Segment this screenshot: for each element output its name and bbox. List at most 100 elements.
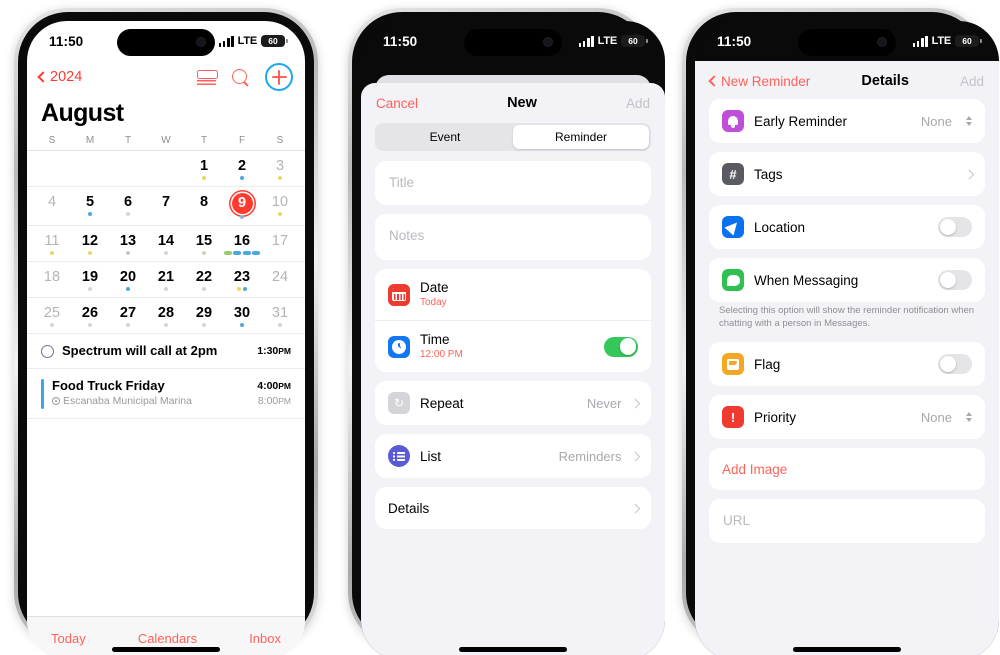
home-indicator[interactable] [112, 647, 220, 652]
event-list-item[interactable]: Food Truck Friday Escanaba Municipal Mari… [27, 369, 305, 419]
event-list-item[interactable]: Spectrum will call at 2pm 1:30PM [27, 334, 305, 369]
url-input[interactable]: URL [709, 499, 985, 543]
location-toggle[interactable] [938, 217, 972, 237]
row-flag[interactable]: Flag [709, 342, 985, 386]
tab-today[interactable]: Today [51, 631, 86, 646]
row-priority[interactable]: ! Priority None [709, 395, 985, 439]
row-list[interactable]: List Reminders [375, 434, 651, 478]
row-details[interactable]: Details [375, 487, 651, 529]
time-toggle[interactable] [604, 336, 638, 357]
network-label: LTE [931, 35, 952, 47]
stepper-icon[interactable] [966, 412, 972, 422]
event-color-bar [41, 379, 44, 409]
calendar-day-cell[interactable]: 24 [261, 268, 299, 295]
calendar-day-event-dots [185, 175, 223, 180]
calendar-day-cell[interactable]: 11 [33, 232, 71, 259]
calendar-day-cell[interactable]: 21 [147, 268, 185, 295]
event-dot [164, 250, 168, 255]
when-messaging-toggle[interactable] [938, 270, 972, 290]
calendar-day-cell[interactable]: 23 [223, 268, 261, 295]
calendar-day-cell[interactable]: 29 [185, 304, 223, 331]
row-date[interactable]: Date Today [375, 269, 651, 320]
calendar-day-cell[interactable]: 8 [185, 193, 223, 223]
back-to-year-button[interactable]: 2024 [37, 69, 82, 85]
calendar-day-cell[interactable]: 28 [147, 304, 185, 331]
list-icon[interactable] [197, 69, 218, 85]
event-dot [126, 322, 130, 327]
event-dot [50, 322, 54, 327]
home-indicator[interactable] [459, 647, 567, 652]
search-icon[interactable] [232, 68, 249, 86]
row-add-image[interactable]: Add Image [709, 448, 985, 490]
calendar-day-cell[interactable]: 13 [109, 232, 147, 259]
row-location[interactable]: Location [709, 205, 985, 249]
calendar-day-cell[interactable]: 31 [261, 304, 299, 331]
calendar-day-cell[interactable]: 30 [223, 304, 261, 331]
calendar-day-cell[interactable]: 5 [71, 193, 109, 223]
row-tags[interactable]: # Tags [709, 152, 985, 196]
event-title: Spectrum will call at 2pm [62, 343, 218, 358]
calendar-day-event-dots [109, 211, 147, 216]
status-bar-1: 11:50 LTE 60 [27, 21, 305, 61]
home-indicator[interactable] [793, 647, 901, 652]
reminder-checkbox-icon[interactable] [41, 345, 54, 358]
early-reminder-label: Early Reminder [754, 113, 848, 129]
calendar-day-cell[interactable]: 14 [147, 232, 185, 259]
priority-group: ! Priority None [709, 395, 985, 439]
title-input[interactable]: Title [375, 161, 651, 205]
chevron-left-icon [37, 71, 49, 83]
notes-placeholder: Notes [389, 228, 425, 243]
add-icon[interactable] [265, 63, 293, 91]
row-repeat[interactable]: ↻ Repeat Never [375, 381, 651, 425]
flag-toggle[interactable] [938, 354, 972, 374]
time-labels: Time 12:00 PM [420, 332, 594, 361]
add-image-button: Add Image [722, 461, 788, 477]
status-indicators: LTE 60 [578, 34, 648, 48]
event-title: Food Truck Friday [52, 378, 165, 393]
add-button[interactable]: Add [626, 96, 650, 111]
calendar-day-cell [109, 157, 147, 184]
segment-event[interactable]: Event [377, 125, 513, 149]
calendar-day-cell[interactable]: 6 [109, 193, 147, 223]
add-button[interactable]: Add [960, 74, 984, 89]
row-early-reminder[interactable]: Early Reminder None [709, 99, 985, 143]
notes-input[interactable]: Notes [375, 214, 651, 260]
calendar-day-cell[interactable]: 16 [223, 232, 261, 259]
new-reminder-sheet: Cancel New Add Event Reminder Title Note… [361, 83, 665, 655]
repeat-group: ↻ Repeat Never [375, 381, 651, 425]
row-when-messaging[interactable]: When Messaging [709, 258, 985, 302]
calendar-day-cell[interactable]: 1 [185, 157, 223, 184]
calendar-day-cell[interactable]: 26 [71, 304, 109, 331]
event-location: Escanaba Municipal Marina [52, 394, 249, 408]
stepper-icon[interactable] [966, 116, 972, 126]
row-time[interactable]: Time 12:00 PM [375, 320, 651, 372]
calendar-day-cell[interactable]: 20 [109, 268, 147, 295]
phone-new-reminder: 11:50 LTE 60 Cancel New Add Event Remind… [348, 8, 665, 655]
calendar-day-cell[interactable]: 27 [109, 304, 147, 331]
calendar-day-cell[interactable]: 3 [261, 157, 299, 184]
calendar-day-number: 26 [81, 305, 99, 321]
calendar-day-cell[interactable]: 10 [261, 193, 299, 223]
tab-inbox[interactable]: Inbox [249, 631, 281, 646]
calendar-day-cell[interactable]: 7 [147, 193, 185, 223]
calendar-day-cell[interactable]: 15 [185, 232, 223, 259]
calendar-day-event-dots [261, 322, 299, 327]
calendar-day-cell[interactable]: 18 [33, 268, 71, 295]
calendar-day-number: 11 [44, 233, 60, 249]
calendar-day-cell[interactable]: 19 [71, 268, 109, 295]
calendar-day-cell[interactable]: 9 [223, 193, 261, 223]
calendar-day-event-dots [147, 322, 185, 327]
weekday-header-row: S M T W T F S [27, 135, 305, 150]
calendar-day-cell[interactable]: 2 [223, 157, 261, 184]
calendar-day-cell[interactable]: 25 [33, 304, 71, 331]
segment-reminder[interactable]: Reminder [513, 125, 649, 149]
back-to-new-reminder-button[interactable]: New Reminder [708, 74, 810, 89]
calendar-day-today: 9 [231, 193, 253, 214]
tab-calendars[interactable]: Calendars [138, 631, 197, 646]
calendar-day-cell[interactable]: 4 [33, 193, 71, 223]
calendar-day-cell[interactable]: 12 [71, 232, 109, 259]
cancel-button[interactable]: Cancel [376, 96, 418, 111]
calendar-day-cell[interactable]: 22 [185, 268, 223, 295]
calendar-day-number: 12 [81, 233, 99, 249]
calendar-day-cell[interactable]: 17 [261, 232, 299, 259]
